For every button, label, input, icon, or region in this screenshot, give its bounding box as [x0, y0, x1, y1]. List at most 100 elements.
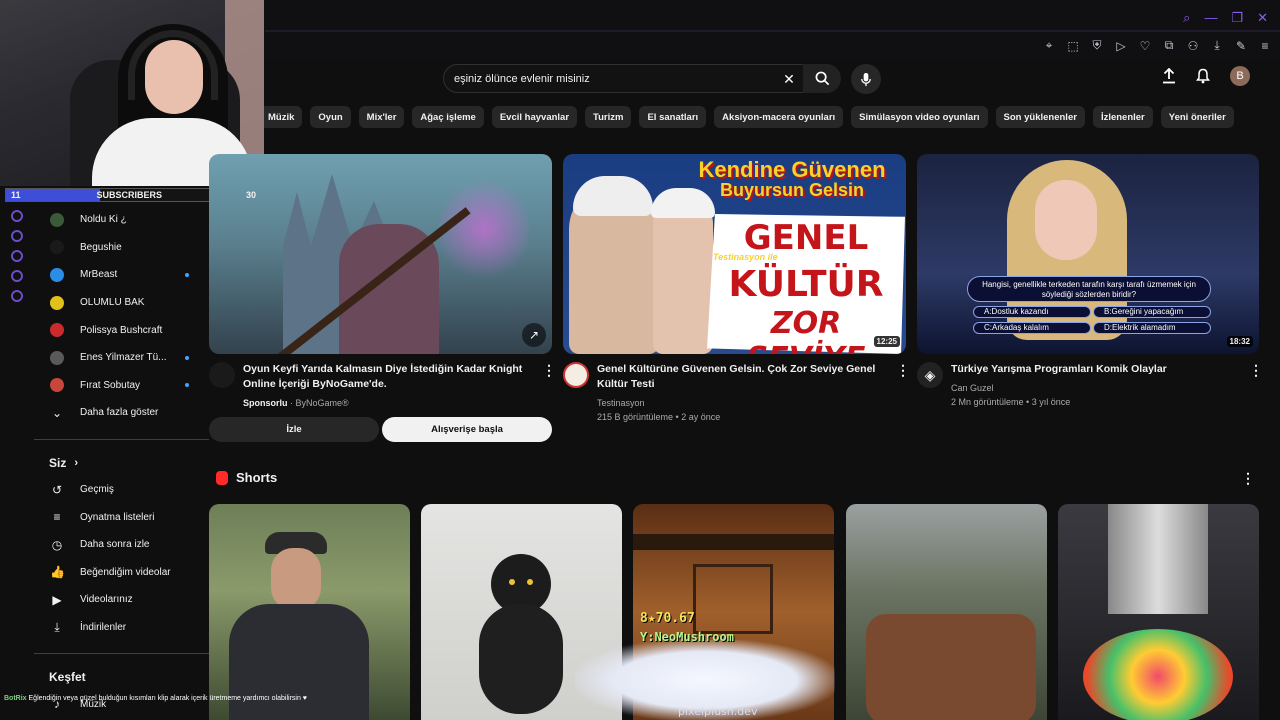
account-avatar[interactable]: B [1230, 66, 1250, 86]
sidebar-item-label: Beğendiğim videolar [80, 566, 171, 578]
video-title[interactable]: Genel Kültürüne Güvenen Gelsin. Çok Zor … [597, 362, 893, 392]
chip[interactable]: Son yüklenenler [995, 106, 1085, 128]
search-button[interactable] [803, 64, 841, 93]
chip[interactable]: Simülasyon video oyunları [851, 106, 988, 128]
sidebar-item[interactable]: 👍 Beğendiğim videolar [34, 559, 209, 587]
sidebar-item[interactable]: ≡ Oynatma listeleri [34, 503, 209, 531]
more-options-icon[interactable]: ⋮ [896, 362, 910, 379]
voice-search-button[interactable] [851, 64, 881, 94]
header-actions: B [1162, 66, 1250, 86]
video-title[interactable]: Oyun Keyfi Yarıda Kalmasın Diye İstediği… [243, 362, 539, 392]
game-overlay-text: 8★70.67 Y:NeoMushroom [640, 610, 734, 646]
subscription-item[interactable]: Enes Yilmazer Tü... [34, 344, 209, 372]
search-icon [815, 71, 829, 86]
quiz-question: Hangisi, genellikle terkeden tarafın kar… [967, 276, 1211, 302]
shorts-more-options-icon[interactable]: ⋮ [1241, 470, 1255, 487]
search-input[interactable]: eşiniz ölünce evlenir misiniz [443, 64, 805, 93]
sidebar: Noldu Ki ¿ Begushie MrBeast OLUMLU BAK Polis… [34, 206, 209, 720]
game-score: 8★70.67 [640, 611, 695, 626]
sidebar-divider [34, 653, 209, 655]
chip[interactable]: İzlenenler [1092, 106, 1153, 128]
subscription-item[interactable]: Begushie [34, 234, 209, 262]
channel-name[interactable]: Can Guzel [951, 381, 1167, 395]
channel-avatar [50, 323, 64, 338]
ai-icon[interactable]: ✎ [1234, 39, 1248, 53]
channel-avatar [50, 378, 64, 393]
upload-icon[interactable] [1162, 68, 1176, 84]
new-content-dot [185, 272, 189, 277]
channel-avatar[interactable] [209, 362, 235, 388]
sidebar-item[interactable]: ▶ Videolarınız [34, 586, 209, 614]
screenshot-icon[interactable]: ⬚ [1066, 39, 1080, 53]
chip[interactable]: Ağaç işleme [412, 106, 484, 128]
short-card-4[interactable] [846, 504, 1047, 720]
thumb-text-line1: Kendine Güvenen [698, 157, 886, 182]
chip[interactable]: Mix'ler [358, 106, 405, 128]
play-icon[interactable]: ▷ [1114, 39, 1128, 53]
subscription-item[interactable]: Polissya Bushcraft [34, 316, 209, 344]
sidebar-item[interactable]: ⤓ İndirilenler [34, 614, 209, 642]
browser-search-icon[interactable]: ⌕ [1183, 10, 1190, 26]
profile-icon[interactable]: ⚇ [1186, 39, 1200, 53]
chip[interactable]: Yeni öneriler [1160, 106, 1234, 128]
shop-button[interactable]: Alışverişe başla [382, 417, 552, 442]
subscription-item[interactable]: Fırat Sobutay [34, 372, 209, 400]
external-link-icon[interactable]: ↗ [522, 323, 546, 347]
channel-name[interactable]: ByNoGame® [296, 398, 349, 408]
restore-icon[interactable]: ❐ [1231, 10, 1243, 26]
channel-name[interactable]: Testinasyon [597, 396, 893, 410]
rail-dot [11, 230, 23, 242]
notifications-icon[interactable] [1196, 68, 1210, 84]
subscription-item[interactable]: OLUMLU BAK [34, 289, 209, 317]
chip[interactable]: Müzik [260, 106, 303, 128]
sidebar-divider [34, 438, 209, 440]
subscription-label: MrBeast [80, 269, 118, 281]
rail-dot [11, 250, 23, 262]
download-icon[interactable]: ⤓ [1210, 38, 1224, 53]
channel-avatar[interactable] [563, 362, 589, 388]
heart-icon[interactable]: ♡ [1138, 39, 1152, 53]
subscription-item[interactable]: Noldu Ki ¿ [34, 206, 209, 234]
window-controls: ⌕ — ❐ ✕ [1183, 10, 1268, 26]
short-card-1[interactable] [209, 504, 410, 720]
channel-avatar [50, 267, 64, 282]
clear-search-icon[interactable]: ✕ [778, 68, 800, 90]
channel-avatar[interactable]: ◈ [917, 362, 943, 388]
video-thumbnail-1[interactable]: ↗ [209, 154, 552, 354]
you-section-heading[interactable]: Siz › [34, 450, 209, 476]
video-title[interactable]: Türkiye Yarışma Programları Komik Olayla… [951, 362, 1167, 377]
sidebar-item[interactable]: ↺ Geçmiş [34, 476, 209, 504]
video-thumbnail-2[interactable]: Kendine Güvenen Buyursun Gelsin GENEL Te… [563, 154, 906, 354]
shorts-section-header: Shorts [216, 470, 277, 485]
more-options-icon[interactable]: ⋮ [542, 362, 556, 379]
menu-icon[interactable]: ≡ [1258, 39, 1272, 53]
chip[interactable]: Turizm [585, 106, 632, 128]
video-stats: 215 B görüntüleme • 2 ay önce [597, 412, 721, 422]
extensions-icon[interactable]: ⧉ [1162, 38, 1176, 53]
shield-icon[interactable]: ⛨ [1090, 38, 1104, 53]
chip[interactable]: Evcil hayvanlar [491, 106, 578, 128]
show-more-button[interactable]: ⌄ Daha fazla göster [34, 399, 209, 427]
chip[interactable]: Aksiyon-macera oyunları [714, 106, 844, 128]
sidebar-item[interactable]: ◷ Daha sonra izle [34, 531, 209, 559]
subscription-item[interactable]: MrBeast [34, 261, 209, 289]
chevron-down-icon: ⌄ [51, 405, 63, 420]
video-duration: 12:25 [873, 336, 900, 347]
short-card-5[interactable] [1058, 504, 1259, 720]
subscription-label: Polissya Bushcraft [80, 324, 163, 336]
close-window-icon[interactable]: ✕ [1257, 10, 1268, 26]
subscription-label: OLUMLU BAK [80, 297, 145, 309]
video-thumbnail-3[interactable]: Hangisi, genellikle terkeden tarafın kar… [917, 154, 1259, 354]
thumb-small-text: Testinasyon ile [713, 252, 778, 262]
chip[interactable]: Oyun [310, 106, 351, 128]
search-query: eşiniz ölünce evlenir misiniz [454, 72, 590, 85]
game-player-name: Y:NeoMushroom [640, 630, 734, 644]
quiz-option-c: C:Arkadaş kalalım [973, 322, 1091, 334]
minimize-icon[interactable]: — [1204, 10, 1217, 26]
bookmark-icon[interactable]: ⌖ [1042, 38, 1056, 53]
more-options-icon[interactable]: ⋮ [1249, 362, 1263, 379]
chip[interactable]: El sanatları [639, 106, 707, 128]
watch-button[interactable]: İzle [209, 417, 379, 442]
quiz-option-a: A:Dostluk kazandı [973, 306, 1091, 318]
channel-avatar [50, 212, 64, 227]
